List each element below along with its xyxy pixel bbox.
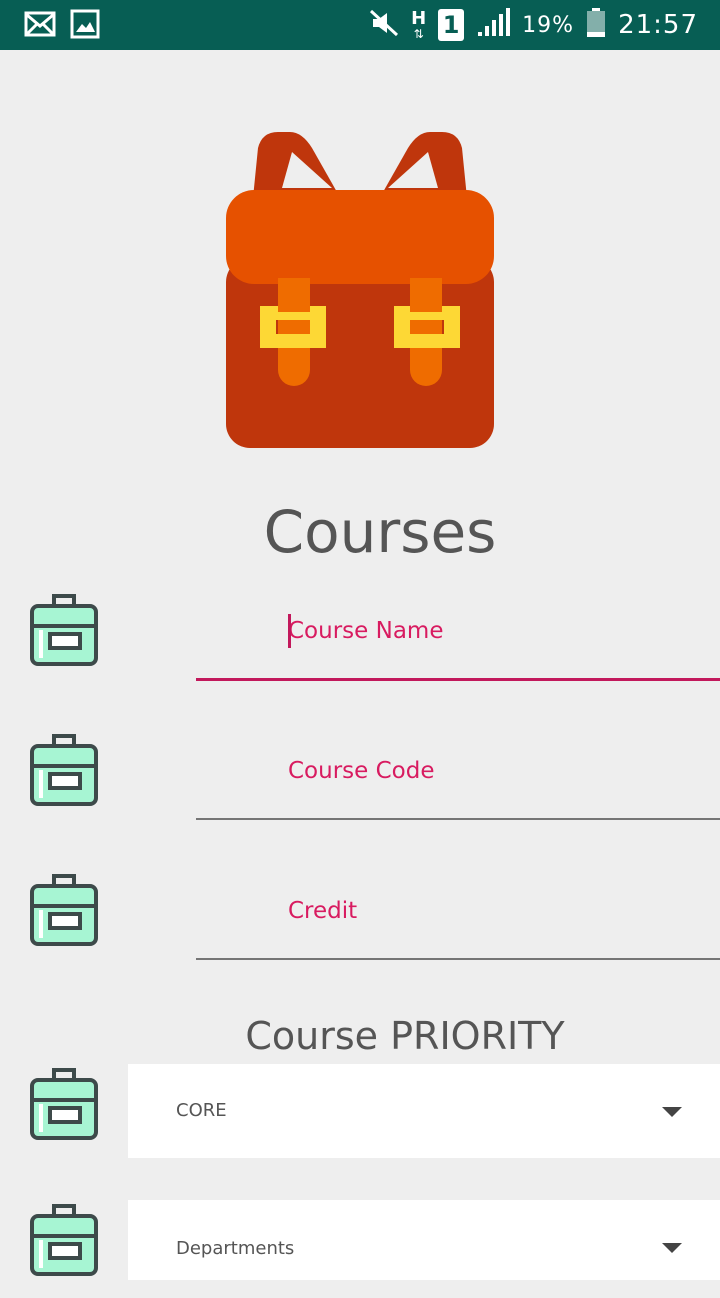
course-code-underline	[196, 818, 720, 820]
battery-icon	[586, 8, 606, 42]
course-icon	[28, 592, 100, 668]
battery-percent: 19%	[522, 12, 575, 38]
image-icon	[70, 9, 100, 43]
text-cursor	[288, 614, 291, 648]
mail-icon	[24, 9, 56, 43]
credit-input[interactable]	[288, 886, 708, 936]
course-icon	[28, 1066, 100, 1142]
course-code-field[interactable]	[196, 746, 720, 796]
credit-field[interactable]	[196, 886, 720, 936]
mute-icon	[369, 9, 399, 41]
backpack-icon	[222, 128, 498, 453]
network-type-icon: H ⇅	[411, 8, 427, 41]
sim-slot-icon: 1	[438, 9, 465, 41]
dropdown-arrow-icon	[662, 1107, 682, 1117]
course-name-input[interactable]	[288, 606, 708, 656]
dropdown-arrow-icon	[662, 1243, 682, 1253]
page-title: Courses	[263, 498, 497, 566]
course-icon	[28, 872, 100, 948]
course-name-underline	[196, 678, 720, 681]
clock: 21:57	[618, 10, 698, 40]
course-code-input[interactable]	[288, 746, 708, 796]
priority-dropdown[interactable]: CORE	[128, 1064, 720, 1158]
department-selected-value: Departments	[176, 1238, 295, 1259]
signal-icon	[476, 8, 511, 42]
priority-selected-value: CORE	[176, 1100, 227, 1121]
credit-underline	[196, 958, 720, 960]
course-icon	[28, 732, 100, 808]
course-icon	[28, 1202, 100, 1278]
status-bar: H ⇅ 1 19% 21:57	[0, 0, 720, 50]
course-name-field[interactable]	[196, 606, 720, 656]
department-dropdown[interactable]: Departments	[128, 1200, 720, 1280]
priority-heading: Course PRIORITY	[245, 1014, 565, 1058]
